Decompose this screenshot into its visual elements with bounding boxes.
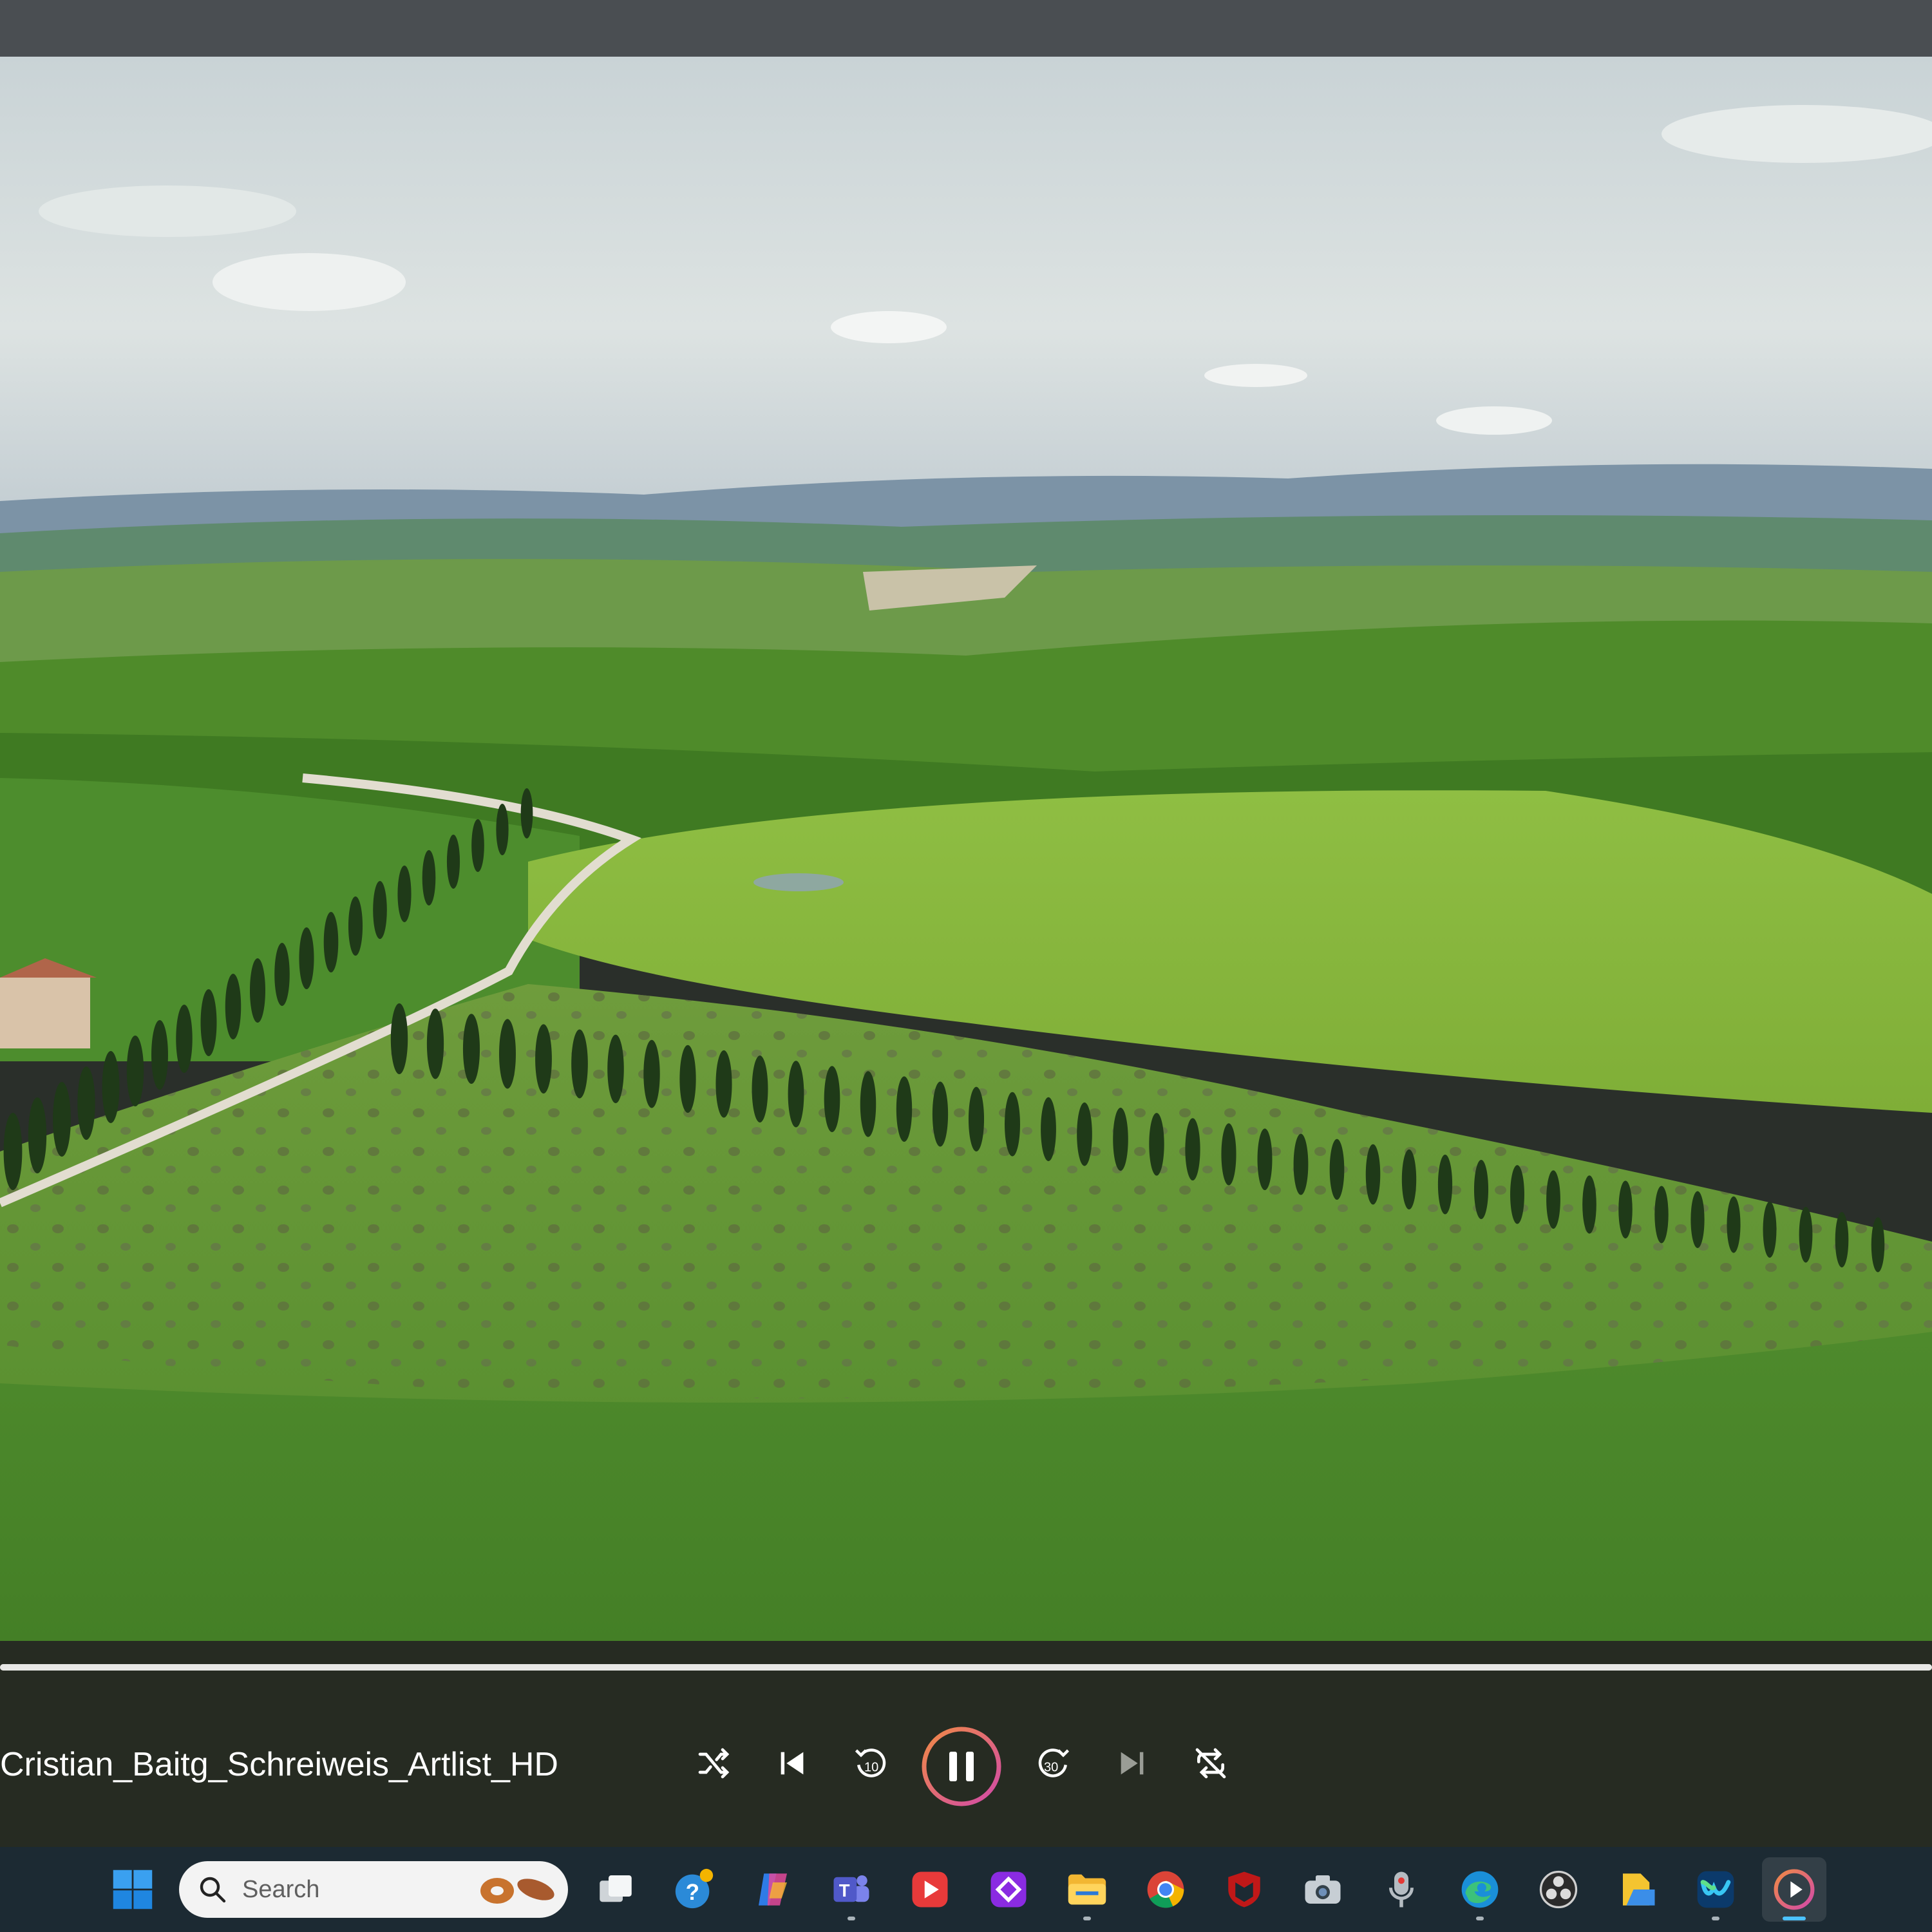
seek-bar[interactable] [0, 1664, 1932, 1671]
media-title: Cristian_Baitg_Schreiweis_Artlist_HD [0, 1746, 558, 1783]
search-highlight-icon [480, 1878, 554, 1904]
video-play-icon [912, 1871, 948, 1908]
skip-back-10-icon: 10 [855, 1748, 886, 1777]
pause-icon [922, 1727, 1001, 1806]
task-view-icon [600, 1875, 632, 1902]
landscape-image [0, 57, 1932, 1641]
running-indicator [1476, 1917, 1484, 1920]
video-frame[interactable] [0, 57, 1932, 1641]
webex-icon [1697, 1871, 1734, 1908]
diamond-app-icon [990, 1871, 1027, 1908]
search-icon [200, 1877, 226, 1903]
taskbar-task-view[interactable] [583, 1857, 648, 1922]
svg-text:10: 10 [864, 1761, 878, 1775]
taskbar-copilot[interactable] [741, 1857, 805, 1922]
taskbar-edge[interactable] [1448, 1857, 1512, 1922]
taskbar-mcafee[interactable] [1212, 1857, 1276, 1922]
taskbar-camera[interactable] [1291, 1857, 1355, 1922]
skip-forward-30-icon: 30 [1038, 1748, 1070, 1777]
taskbar-file-explorer[interactable] [1055, 1857, 1119, 1922]
camera-icon [1305, 1875, 1341, 1904]
obs-icon [1539, 1870, 1578, 1909]
seek-bar-progress [0, 1664, 1932, 1671]
taskbar-media-player[interactable] [1762, 1857, 1826, 1922]
taskbar-files[interactable] [1605, 1857, 1669, 1922]
mcafee-shield-icon [1228, 1871, 1260, 1908]
running-indicator [848, 1917, 855, 1920]
taskbar-get-help[interactable]: ? [662, 1857, 726, 1922]
files-icon [1623, 1873, 1655, 1906]
svg-text:30: 30 [1044, 1761, 1058, 1775]
windows-logo-icon [113, 1870, 153, 1909]
next-icon [1121, 1752, 1144, 1775]
running-indicator [1712, 1917, 1719, 1920]
taskbar-video-app[interactable] [898, 1857, 962, 1922]
edge-icon [1461, 1871, 1499, 1908]
taskbar-purple-app[interactable] [976, 1857, 1041, 1922]
microphone-icon [1389, 1871, 1414, 1908]
media-player-icon [1774, 1869, 1815, 1910]
svg-text:T: T [839, 1880, 850, 1900]
repeat-off-icon [1195, 1748, 1226, 1779]
play-pause-button[interactable] [920, 1725, 1003, 1808]
taskbar-voice-recorder[interactable] [1369, 1857, 1434, 1922]
shuffle-button[interactable] [681, 1731, 746, 1795]
repeat-button[interactable] [1179, 1731, 1243, 1795]
shuffle-icon [698, 1748, 730, 1779]
running-indicator [1083, 1917, 1091, 1920]
active-indicator [1783, 1917, 1806, 1920]
playback-controls-bar: Cristian_Baitg_Schreiweis_Artlist_HD 10 [0, 1641, 1932, 1847]
start-button[interactable] [100, 1857, 165, 1922]
taskbar-chrome[interactable] [1133, 1857, 1198, 1922]
taskbar-webex[interactable] [1683, 1857, 1748, 1922]
previous-button[interactable] [760, 1731, 824, 1795]
chrome-icon [1147, 1871, 1184, 1908]
skip-back-button[interactable]: 10 [838, 1731, 903, 1795]
taskbar-obs[interactable] [1526, 1857, 1591, 1922]
folder-icon [1068, 1874, 1106, 1905]
copilot-icon [759, 1873, 787, 1906]
taskbar-search-box[interactable]: Search [179, 1861, 568, 1918]
next-button[interactable] [1100, 1731, 1164, 1795]
skip-forward-button[interactable]: 30 [1021, 1731, 1086, 1795]
svg-text:?: ? [686, 1880, 699, 1905]
help-icon: ? [675, 1868, 714, 1909]
taskbar-teams[interactable]: T [819, 1857, 884, 1922]
previous-icon [781, 1752, 804, 1775]
teams-icon: T [833, 1875, 869, 1902]
search-placeholder: Search [242, 1876, 320, 1903]
window-title-bar [0, 0, 1932, 57]
